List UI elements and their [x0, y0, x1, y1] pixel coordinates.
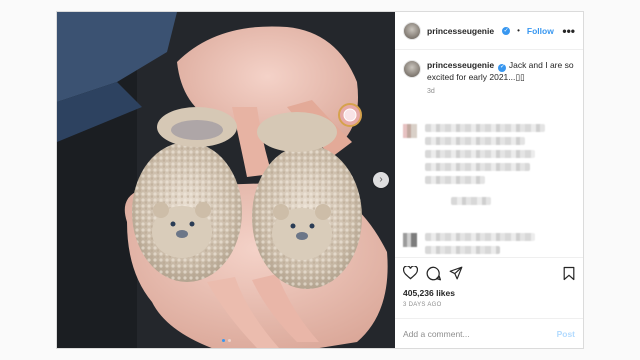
- blurred-comment: [403, 124, 545, 210]
- likes-count[interactable]: 405,236 likes: [403, 288, 575, 298]
- caption-username[interactable]: princesseugenie: [427, 60, 494, 70]
- post-comment-button[interactable]: Post: [557, 329, 575, 339]
- caption-text: princesseugenie ✓ Jack and I are so exci…: [427, 60, 575, 83]
- post-header: princesseugenie ✓ • Follow •••: [395, 12, 583, 50]
- instagram-post: › princesseugenie ✓ • Follow ••• princes…: [56, 11, 584, 349]
- username-link[interactable]: princesseugenie: [427, 26, 494, 36]
- chevron-right-icon: ›: [379, 174, 383, 185]
- comment-icon[interactable]: [426, 266, 441, 281]
- separator-bullet: •: [517, 26, 520, 35]
- comments-area[interactable]: princesseugenie ✓ Jack and I are so exci…: [395, 50, 583, 257]
- action-icons: [403, 264, 575, 282]
- photo-illustration: [57, 12, 395, 348]
- carousel-dot-1[interactable]: [221, 339, 225, 342]
- follow-button[interactable]: Follow: [527, 26, 554, 36]
- blurred-avatar: [403, 124, 417, 138]
- blurred-comment: [403, 233, 535, 257]
- comment-form: Post: [395, 318, 583, 348]
- carousel-next-button[interactable]: ›: [373, 172, 389, 188]
- carousel-dot-2[interactable]: [227, 339, 231, 342]
- comment-input[interactable]: [403, 328, 557, 339]
- avatar[interactable]: [403, 21, 421, 40]
- post-actions: 405,236 likes 3 DAYS AGO: [395, 257, 583, 308]
- post-date: 3 DAYS AGO: [403, 302, 442, 308]
- more-options-icon[interactable]: •••: [562, 24, 575, 38]
- post-side-panel: princesseugenie ✓ • Follow ••• princesse…: [395, 12, 583, 348]
- post-photo[interactable]: ›: [57, 12, 395, 348]
- caption-time: 3d: [427, 87, 435, 95]
- caption-avatar[interactable]: [403, 60, 421, 78]
- heart-icon[interactable]: [403, 266, 418, 280]
- share-icon[interactable]: [449, 266, 463, 280]
- caption-emoji: ▯▯: [515, 71, 525, 82]
- caption: princesseugenie ✓ Jack and I are so exci…: [403, 60, 575, 83]
- bookmark-icon[interactable]: [563, 266, 575, 281]
- verified-badge-icon: ✓: [498, 63, 507, 72]
- carousel-dots: [57, 339, 395, 342]
- blurred-avatar: [403, 233, 417, 247]
- verified-badge-icon: ✓: [502, 26, 511, 35]
